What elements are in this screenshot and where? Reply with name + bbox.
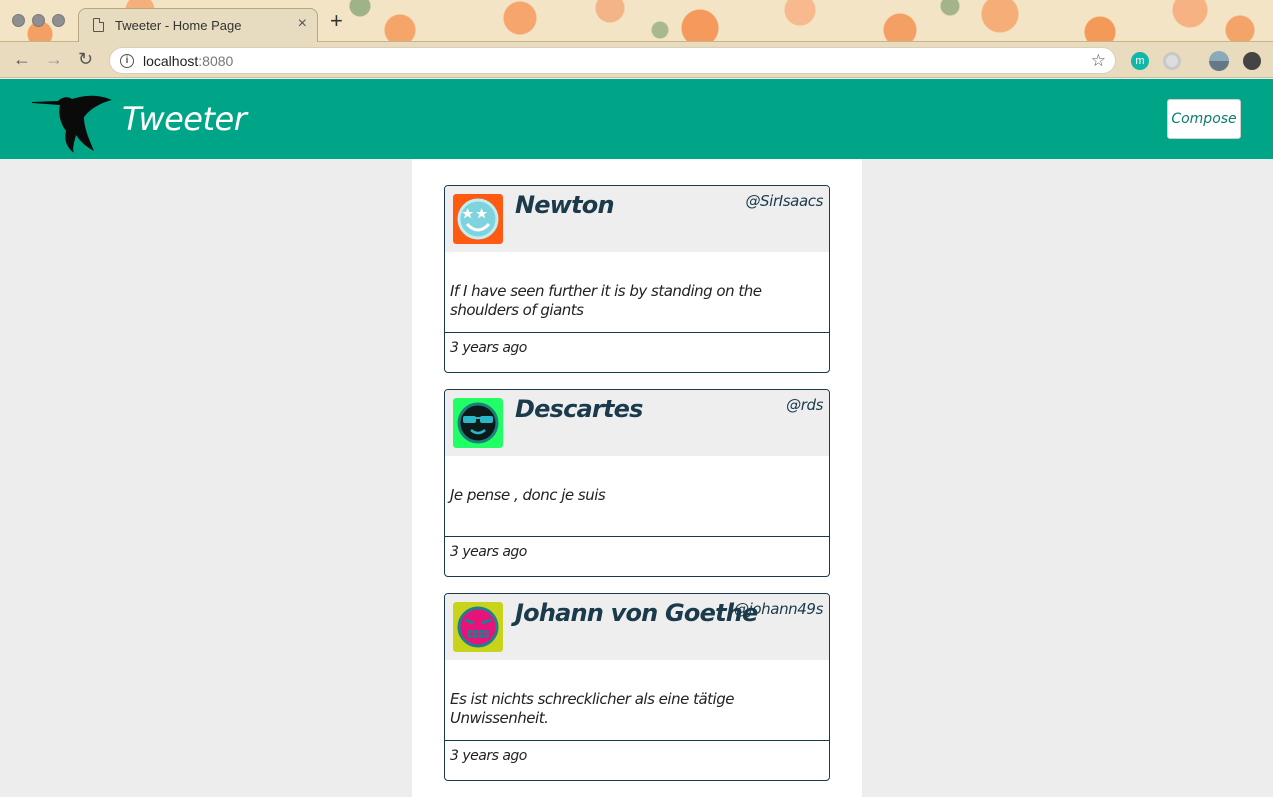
back-button[interactable]: ← [13,49,31,69]
tweet-author-name[interactable]: Johann von Goethe [515,599,758,627]
extension-m-icon[interactable]: m [1131,52,1149,70]
tweet-timestamp: 3 years ago [450,544,527,560]
tweet-timestamp: 3 years ago [450,748,527,764]
tweet-card: Johann von Goethe @johann49s Es ist nich… [444,593,830,781]
star-eyes-avatar-icon[interactable] [453,194,503,244]
forward-button[interactable]: → [45,49,63,69]
tweet-header: Johann von Goethe @johann49s [445,594,829,660]
site-header: Tweeter Compose [0,79,1273,159]
close-tab-icon[interactable]: × [298,15,307,33]
url-host: localhost [143,53,199,69]
zoom-window-button[interactable] [52,14,65,27]
tweet-footer: 3 years ago [445,740,829,780]
reload-button[interactable]: ↻ [78,49,93,69]
profile-avatar[interactable] [1209,51,1229,71]
tweet-header: Newton @SirIsaacs [445,186,829,252]
url-text: localhost:8080 [143,53,233,69]
grimace-avatar-icon[interactable] [453,602,503,652]
site-title: Tweeter [122,100,247,138]
document-icon [93,18,104,32]
tweet-author-name[interactable]: Descartes [515,395,643,423]
browser-tab[interactable]: Tweeter - Home Page × [78,8,318,42]
tweet-text: Je pense , donc je suis [450,486,606,504]
close-window-button[interactable] [12,14,25,27]
tweet-feed: Newton @SirIsaacs If I have seen further… [412,159,862,797]
bookmark-star-icon[interactable]: ☆ [1091,51,1106,71]
browser-tab-bar: Tweeter - Home Page × + [0,0,1273,42]
tweet-timestamp: 3 years ago [450,340,527,356]
tweet-author-handle[interactable]: @SirIsaacs [745,192,823,210]
minimize-window-button[interactable] [32,14,45,27]
tweet-footer: 3 years ago [445,536,829,576]
hummingbird-logo-icon [32,95,112,153]
tweet-card: Descartes @rds Je pense , donc je suis 3… [444,389,830,577]
sunglasses-avatar-icon[interactable] [453,398,503,448]
new-tab-button[interactable]: + [330,10,343,32]
tweet-footer: 3 years ago [445,332,829,372]
tweet-card: Newton @SirIsaacs If I have seen further… [444,185,830,373]
url-port: :8080 [198,53,234,69]
tweet-author-name[interactable]: Newton [515,191,615,219]
info-icon[interactable]: i [120,54,134,68]
update-icon[interactable] [1243,52,1261,70]
tab-title: Tweeter - Home Page [115,18,242,33]
tweet-author-handle[interactable]: @johann49s [734,600,823,618]
tweet-text: If I have seen further it is by standing… [450,282,762,319]
extension-sync-icon[interactable] [1163,52,1181,70]
compose-button[interactable]: Compose [1167,99,1241,139]
tweet-text: Es ist nichts schrecklicher als eine tät… [450,690,734,727]
tweet-header: Descartes @rds [445,390,829,456]
address-bar[interactable]: i localhost:8080 ☆ [109,47,1116,74]
tweet-author-handle[interactable]: @rds [786,396,823,414]
browser-toolbar: ← → ↻ i localhost:8080 ☆ m [0,42,1273,78]
